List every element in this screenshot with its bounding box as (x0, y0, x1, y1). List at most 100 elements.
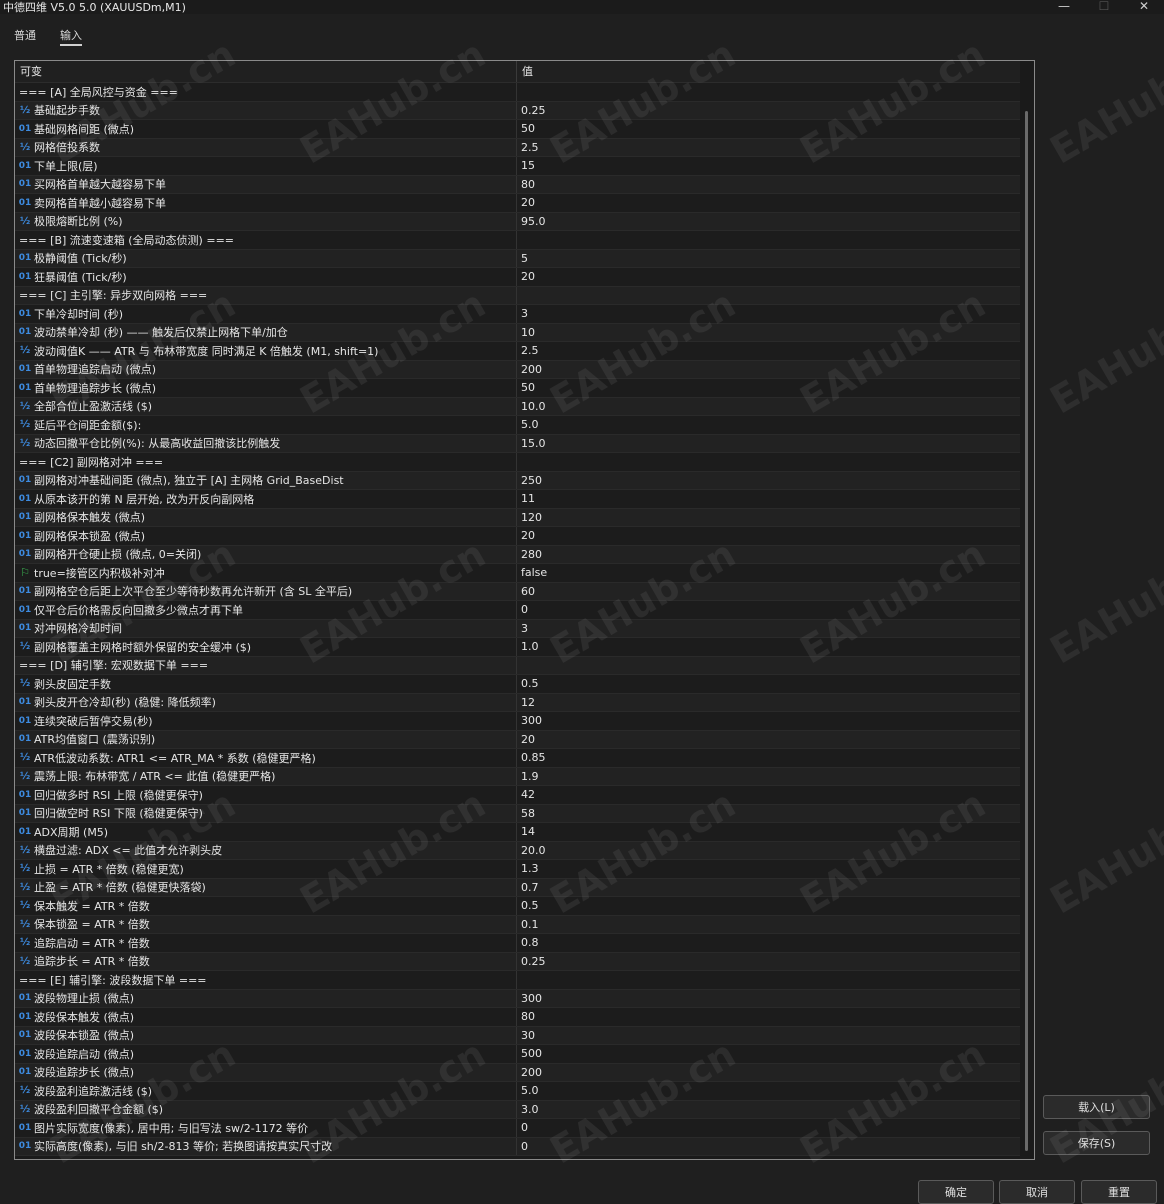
parameter-row[interactable]: 01 剥头皮开仓冷却(秒) (稳健: 降低频率) 12 (15, 693, 1021, 712)
parameter-value-cell[interactable]: 5 (517, 252, 1021, 265)
parameter-value-cell[interactable]: 250 (517, 474, 1021, 487)
minimize-button[interactable]: — (1044, 0, 1084, 14)
parameter-value-cell[interactable]: 0.1 (517, 918, 1021, 931)
parameter-row[interactable]: ⚐ true=接管区内积极补对冲 false (15, 564, 1021, 583)
parameter-value-cell[interactable]: 0.5 (517, 677, 1021, 690)
parameter-value-cell[interactable]: 60 (517, 585, 1021, 598)
parameter-value-cell[interactable]: 0.85 (517, 751, 1021, 764)
close-button[interactable]: ✕ (1124, 0, 1164, 14)
parameter-row[interactable]: 01 对冲网格冷却时间 3 (15, 619, 1021, 638)
parameter-row[interactable]: ½ 波段盈利回撤平仓金额 ($) 3.0 (15, 1100, 1021, 1119)
parameter-row[interactable]: 01 基础网格间距 (微点) 50 (15, 120, 1021, 139)
maximize-button[interactable]: ☐ (1084, 0, 1124, 14)
parameter-row[interactable]: ½ ATR低波动系数: ATR1 <= ATR_MA * 系数 (稳健更严格) 0.… (15, 749, 1021, 768)
parameter-row[interactable]: 01 ADX周期 (M5) 14 (15, 823, 1021, 842)
parameter-value-cell[interactable]: 300 (517, 714, 1021, 727)
parameter-row[interactable]: 01 波动禁单冷却 (秒) —— 触发后仅禁止网格下单/加仓 10 (15, 323, 1021, 342)
parameter-row[interactable]: ½ 副网格覆盖主网格时额外保留的安全缓冲 ($) 1.0 (15, 638, 1021, 657)
parameter-row[interactable]: 01 副网格开仓硬止损 (微点, 0=关闭) 280 (15, 545, 1021, 564)
parameter-row[interactable]: 01 图片实际宽度(像素), 居中用; 与旧写法 sw/2-1172 等价 0 (15, 1119, 1021, 1138)
parameter-value-cell[interactable]: 20 (517, 196, 1021, 209)
parameter-value-cell[interactable]: 0.5 (517, 899, 1021, 912)
parameter-row[interactable]: ½ 剥头皮固定手数 0.5 (15, 675, 1021, 694)
parameter-value-cell[interactable]: 0 (517, 1121, 1021, 1134)
section-header-row[interactable]: === [B] 流速变速箱 (全局动态侦测) === (15, 231, 1021, 250)
parameter-row[interactable]: ½ 震荡上限: 布林带宽 / ATR <= 此值 (稳健更严格) 1.9 (15, 767, 1021, 786)
parameter-value-cell[interactable]: 10 (517, 326, 1021, 339)
parameter-row[interactable]: 01 下单冷却时间 (秒) 3 (15, 305, 1021, 324)
parameter-value-cell[interactable]: 30 (517, 1029, 1021, 1042)
parameter-value-cell[interactable]: 280 (517, 548, 1021, 561)
parameter-row[interactable]: 01 ATR均值窗口 (震荡识别) 20 (15, 730, 1021, 749)
parameter-value-cell[interactable]: 5.0 (517, 418, 1021, 431)
parameter-value-cell[interactable]: 2.5 (517, 141, 1021, 154)
tab-common[interactable]: 普通 (0, 26, 46, 46)
parameter-row[interactable]: 01 波段追踪步长 (微点) 200 (15, 1063, 1021, 1082)
parameter-row[interactable]: 01 副网格保本触发 (微点) 120 (15, 508, 1021, 527)
parameter-value-cell[interactable]: 300 (517, 992, 1021, 1005)
parameter-value-cell[interactable]: 1.3 (517, 862, 1021, 875)
parameter-row[interactable]: ½ 波动阈值K —— ATR 与 布林带宽度 同时满足 K 倍触发 (M1, sh… (15, 342, 1021, 361)
parameter-value-cell[interactable]: 5.0 (517, 1084, 1021, 1097)
section-header-row[interactable]: === [E] 辅引擎: 波段数据下单 === (15, 971, 1021, 990)
parameter-row[interactable]: 01 买网格首单越大越容易下单 80 (15, 175, 1021, 194)
vertical-scrollbar[interactable] (1020, 61, 1034, 1159)
parameter-value-cell[interactable]: 20 (517, 270, 1021, 283)
parameter-row[interactable]: ½ 止损 = ATR * 倍数 (稳健更宽) 1.3 (15, 860, 1021, 879)
parameter-value-cell[interactable]: 0 (517, 1140, 1021, 1153)
parameter-row[interactable]: 01 卖网格首单越小越容易下单 20 (15, 194, 1021, 213)
parameter-value-cell[interactable]: 120 (517, 511, 1021, 524)
parameter-value-cell[interactable]: 50 (517, 122, 1021, 135)
parameter-value-cell[interactable]: 15 (517, 159, 1021, 172)
section-header-row[interactable]: === [C] 主引擎: 异步双向网格 === (15, 286, 1021, 305)
column-header-value[interactable]: 值 (517, 61, 1021, 82)
parameter-value-cell[interactable]: 11 (517, 492, 1021, 505)
parameter-value-cell[interactable]: 1.9 (517, 770, 1021, 783)
parameter-row[interactable]: 01 连续突破后暂停交易(秒) 300 (15, 712, 1021, 731)
parameter-value-cell[interactable]: 3 (517, 307, 1021, 320)
parameter-value-cell[interactable]: 15.0 (517, 437, 1021, 450)
parameter-value-cell[interactable]: 0.8 (517, 936, 1021, 949)
parameter-row[interactable]: 01 首单物理追踪启动 (微点) 200 (15, 360, 1021, 379)
parameter-row[interactable]: ½ 追踪启动 = ATR * 倍数 0.8 (15, 934, 1021, 953)
parameter-value-cell[interactable]: 500 (517, 1047, 1021, 1060)
parameter-value-cell[interactable]: 0.7 (517, 881, 1021, 894)
parameter-value-cell[interactable]: 14 (517, 825, 1021, 838)
parameter-row[interactable]: 01 副网格对冲基础间距 (微点), 独立于 [A] 主网格 Grid_BaseD… (15, 471, 1021, 490)
parameter-row[interactable]: ½ 保本锁盈 = ATR * 倍数 0.1 (15, 915, 1021, 934)
parameter-value-cell[interactable]: 200 (517, 1066, 1021, 1079)
parameter-row[interactable]: 01 实际高度(像素), 与旧 sh/2-813 等价; 若换图请按真实尺寸改 0 (15, 1137, 1021, 1156)
parameter-row[interactable]: 01 波段保本锁盈 (微点) 30 (15, 1026, 1021, 1045)
section-header-row[interactable]: === [A] 全局风控与资金 === (15, 83, 1021, 102)
parameter-row[interactable]: 01 波段物理止损 (微点) 300 (15, 989, 1021, 1008)
parameter-value-cell[interactable]: 1.0 (517, 640, 1021, 653)
parameter-value-cell[interactable]: 58 (517, 807, 1021, 820)
parameter-value-cell[interactable]: 0 (517, 603, 1021, 616)
section-header-row[interactable]: === [D] 辅引擎: 宏观数据下单 === (15, 656, 1021, 675)
reset-button[interactable]: 重置 (1081, 1180, 1157, 1204)
parameter-row[interactable]: 01 副网格空仓后距上次平仓至少等待秒数再允许新开 (含 SL 全平后) 60 (15, 582, 1021, 601)
parameter-row[interactable]: ½ 横盘过滤: ADX <= 此值才允许剥头皮 20.0 (15, 841, 1021, 860)
parameter-row[interactable]: ½ 网格倍投系数 2.5 (15, 138, 1021, 157)
parameter-value-cell[interactable]: 200 (517, 363, 1021, 376)
parameter-row[interactable]: ½ 波段盈利追踪激活线 ($) 5.0 (15, 1082, 1021, 1101)
parameter-row[interactable]: 01 回归做多时 RSI 上限 (稳健更保守) 42 (15, 786, 1021, 805)
parameter-row[interactable]: 01 仅平仓后价格需反向回撤多少微点才再下单 0 (15, 601, 1021, 620)
parameter-value-cell[interactable]: 3 (517, 622, 1021, 635)
parameter-row[interactable]: ½ 止盈 = ATR * 倍数 (稳健更快落袋) 0.7 (15, 878, 1021, 897)
parameter-row[interactable]: ½ 极限熔断比例 (%) 95.0 (15, 212, 1021, 231)
section-header-row[interactable]: === [C2] 副网格对冲 === (15, 453, 1021, 472)
parameter-value-cell[interactable]: 0.25 (517, 104, 1021, 117)
parameter-row[interactable]: ½ 全部合位止盈激活线 ($) 10.0 (15, 397, 1021, 416)
parameter-value-cell[interactable]: 3.0 (517, 1103, 1021, 1116)
tab-inputs[interactable]: 输入 (46, 26, 92, 46)
parameter-value-cell[interactable]: 20 (517, 733, 1021, 746)
scrollbar-thumb[interactable] (1025, 111, 1028, 1151)
column-header-variable[interactable]: 可变 (15, 61, 517, 82)
parameter-value-cell[interactable]: 42 (517, 788, 1021, 801)
parameter-value-cell[interactable]: 12 (517, 696, 1021, 709)
parameter-row[interactable]: ½ 基础起步手数 0.25 (15, 101, 1021, 120)
parameter-row[interactable]: 01 极静阈值 (Tick/秒) 5 (15, 249, 1021, 268)
save-button[interactable]: 保存(S) (1043, 1131, 1150, 1155)
parameter-row[interactable]: ½ 延后平仓间距金额($): 5.0 (15, 416, 1021, 435)
